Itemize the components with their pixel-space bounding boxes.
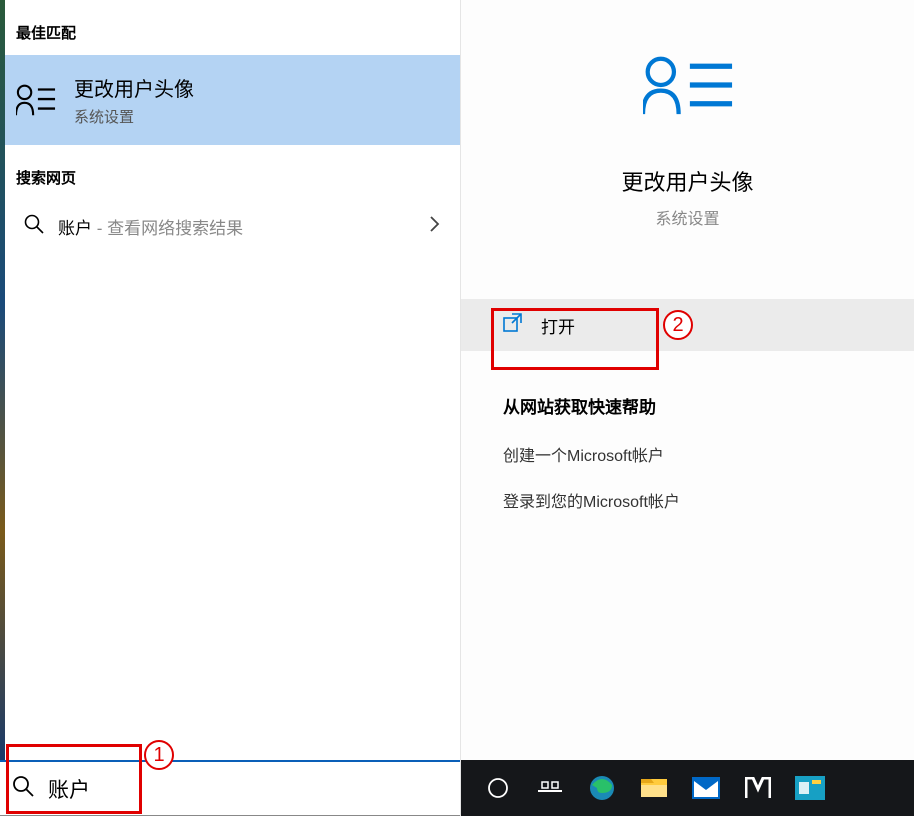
best-match-result[interactable]: 更改用户头像 系统设置 xyxy=(0,55,460,145)
taskbar-file-explorer-icon[interactable] xyxy=(629,760,679,816)
taskbar-mail-icon[interactable] xyxy=(681,760,731,816)
web-result-label: 账户 xyxy=(58,219,92,238)
detail-subtitle: 系统设置 xyxy=(461,205,914,229)
web-result-text: 账户 - 查看网络搜索结果 xyxy=(58,214,416,239)
web-result-hint: - 查看网络搜索结果 xyxy=(92,219,243,238)
taskbar-app-m-icon[interactable] xyxy=(733,760,783,816)
taskbar xyxy=(461,760,914,816)
web-results-header: 搜索网页 xyxy=(0,145,460,200)
help-link-create-account[interactable]: 创建一个Microsoft帐户 xyxy=(503,442,914,466)
user-list-icon xyxy=(16,80,56,120)
open-icon xyxy=(503,313,523,338)
search-icon xyxy=(24,214,44,239)
search-input[interactable] xyxy=(48,777,448,801)
web-search-result[interactable]: 账户 - 查看网络搜索结果 xyxy=(0,200,460,253)
user-list-icon-large xyxy=(643,55,733,115)
open-action[interactable]: 打开 xyxy=(461,299,914,351)
desktop-sliver xyxy=(0,0,5,760)
open-action-label: 打开 xyxy=(541,313,575,338)
search-results-panel: 最佳匹配 更改用户头像 系统设置 搜索网页 账户 - 查看网络搜索结果 xyxy=(0,0,461,816)
best-match-text: 更改用户头像 系统设置 xyxy=(74,73,194,127)
search-icon xyxy=(12,775,34,802)
quick-help-section: 从网站获取快速帮助 创建一个Microsoft帐户 登录到您的Microsoft… xyxy=(461,393,914,534)
detail-panel: 更改用户头像 系统设置 打开 2 从网站获取快速帮助 创建一个Microsoft… xyxy=(461,0,914,816)
detail-title: 更改用户头像 xyxy=(461,165,914,197)
best-match-subtitle: 系统设置 xyxy=(74,106,194,127)
taskbar-edge-icon[interactable] xyxy=(577,760,627,816)
quick-help-header: 从网站获取快速帮助 xyxy=(503,393,914,418)
search-input-container[interactable] xyxy=(0,760,460,816)
taskbar-task-view[interactable] xyxy=(525,760,575,816)
chevron-right-icon xyxy=(430,216,440,237)
best-match-header: 最佳匹配 xyxy=(0,0,460,55)
taskbar-app-icon[interactable] xyxy=(785,760,835,816)
help-link-sign-in[interactable]: 登录到您的Microsoft帐户 xyxy=(503,488,914,512)
best-match-title: 更改用户头像 xyxy=(74,73,194,102)
taskbar-cortana[interactable] xyxy=(473,760,523,816)
